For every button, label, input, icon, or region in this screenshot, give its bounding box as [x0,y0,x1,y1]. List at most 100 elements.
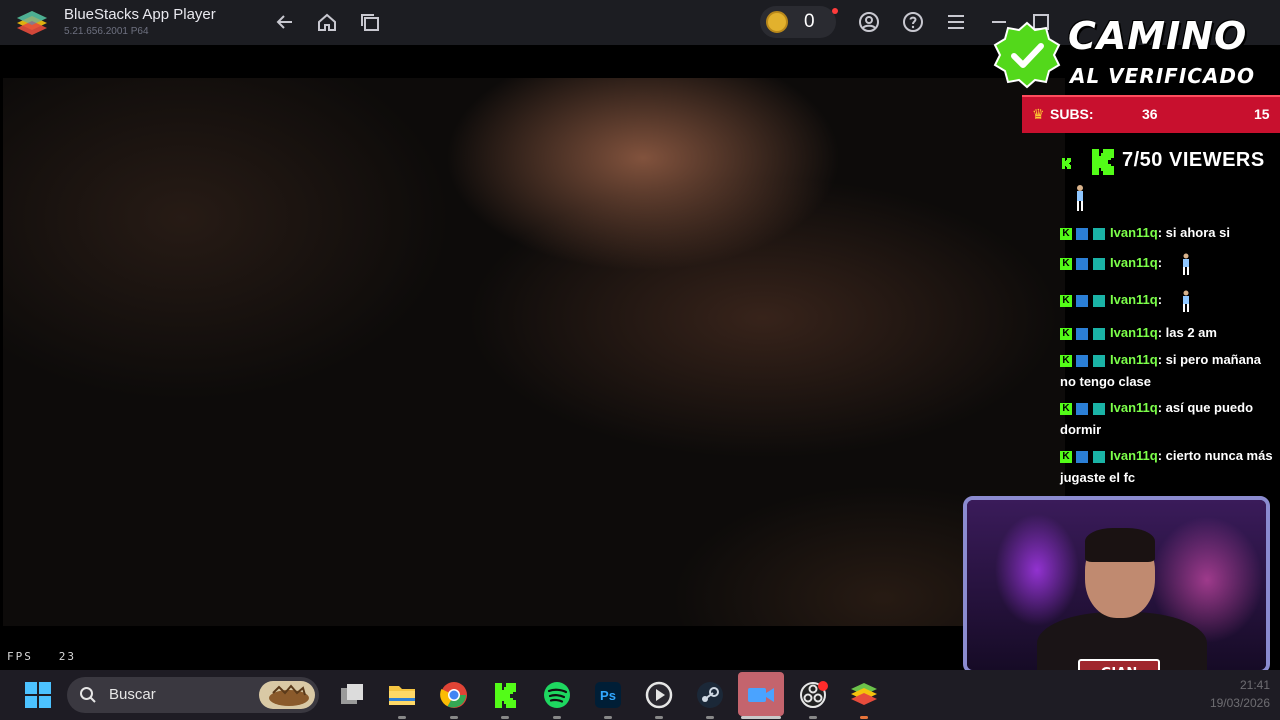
gift-badge-icon [1093,402,1105,415]
chat-badges: K [1060,227,1110,240]
recent-apps-icon[interactable] [359,11,381,33]
subscriber-badge-icon [1076,227,1088,240]
kick-badge-icon: K [1060,450,1072,463]
chat-username[interactable]: Ivan11q [1110,448,1158,463]
subs-goal: 15 [1254,106,1270,122]
chat-message: K Ivan11q: [1060,289,1280,312]
active-indicator [741,716,781,719]
chat-badges: K [1060,402,1110,415]
chat-badges: K [1060,327,1110,340]
chat-message: K Ivan11q: las 2 am [1060,322,1280,344]
search-highlight-image [259,681,315,709]
photoshop-icon[interactable]: Ps [591,678,625,712]
game-viewport[interactable] [3,78,1065,626]
coins-button[interactable]: 0 [760,6,838,38]
clock[interactable]: 21:41 19/03/2026 [1180,678,1270,710]
viewers-count: 7/50 VIEWERS [1122,149,1265,171]
webcam-person-hair [1085,528,1155,562]
taskbar: Buscar Ps [0,670,1280,720]
chat-message: K Ivan11q: cierto nunca más jugaste el fc [1060,445,1280,489]
gift-badge-icon [1093,354,1105,367]
clock-date: 19/03/2026 [1209,696,1270,710]
home-icon[interactable] [316,11,338,33]
subs-label: SUBS: [1050,106,1094,122]
chat-username[interactable]: Ivan11q [1110,400,1158,415]
emote-icon [1077,185,1083,211]
running-indicator [655,716,663,719]
running-indicator [604,716,612,719]
subscriber-badge-icon [1076,354,1088,367]
chat-badges: K [1060,354,1110,367]
subscriber-badge-icon [1076,294,1088,307]
media-player-icon[interactable] [642,678,676,712]
task-view-icon[interactable] [335,678,369,712]
running-indicator [501,716,509,719]
overlay-title-line2: AL VERIFICADO [1070,64,1256,88]
chat-message: K Ivan11q: así que puedo dormir [1060,397,1280,441]
overlay-title-line1: CAMINO [1068,14,1248,58]
subs-count: 36 [1142,106,1158,122]
fps-value: 23 [58,650,76,663]
kick-badge-icon [1062,158,1071,169]
svg-text:Ps: Ps [600,688,616,703]
steam-icon[interactable] [693,678,727,712]
subs-goal-bar: ♛ SUBS: 36 15 [1022,95,1280,133]
bluestacks-taskbar-icon[interactable] [847,678,881,712]
menu-icon[interactable] [945,11,967,33]
chat-username[interactable]: Ivan11q [1110,325,1158,340]
app-title: BlueStacks App Player [64,6,216,23]
spotify-icon[interactable] [540,678,574,712]
running-indicator [809,716,817,719]
search-placeholder: Buscar [109,686,156,703]
chat-text: : [1157,255,1163,270]
gift-badge-icon [1093,257,1105,270]
kick-badge-icon: K [1060,402,1072,415]
subscriber-badge-icon [1076,402,1088,415]
obs-icon[interactable] [796,678,830,712]
running-indicator [860,716,868,719]
chrome-icon[interactable] [437,678,471,712]
chat-username[interactable]: Ivan11q [1110,225,1158,240]
gift-badge-icon [1093,294,1105,307]
account-icon[interactable] [858,11,880,33]
coin-count: 0 [804,11,815,32]
notification-dot [832,8,838,14]
chat-username[interactable]: Ivan11q [1110,292,1158,307]
search-input[interactable]: Buscar [67,677,319,713]
video-call-icon[interactable] [744,678,778,712]
file-explorer-icon[interactable] [385,678,419,712]
clock-time: 21:41 [1239,678,1270,692]
gift-badge-icon [1093,227,1105,240]
subscriber-badge-icon [1076,450,1088,463]
kick-badge-icon: K [1060,327,1072,340]
emote-icon [1182,290,1189,312]
app-version: 5.21.656.2001 P64 [64,26,149,37]
windows-start-icon[interactable] [21,678,55,712]
kick-app-icon[interactable] [488,678,522,712]
bluestacks-logo-icon [17,11,47,35]
subscriber-badge-icon [1076,257,1088,270]
fps-label: FPS [7,650,33,663]
chat-badges: K [1060,257,1110,270]
kick-badge-icon: K [1060,257,1072,270]
chat-text: : [1157,292,1163,307]
chat-badges: K [1060,294,1110,307]
chat-text: : las 2 am [1157,325,1217,340]
chat-badges: K [1060,450,1110,463]
chat-message: K Ivan11q: [1060,252,1280,275]
running-indicator [450,716,458,719]
back-icon[interactable] [274,11,296,33]
verified-check-icon [993,21,1061,89]
emote-icon [1182,253,1189,275]
chat-message: K Ivan11q: si ahora si [1060,222,1280,244]
chat-username[interactable]: Ivan11q [1110,255,1158,270]
running-indicator [553,716,561,719]
subscriber-badge-icon [1076,327,1088,340]
help-icon[interactable] [902,11,924,33]
coin-icon [766,11,788,33]
chat-username[interactable]: Ivan11q [1110,352,1158,367]
fps-counter: FPS 23 [7,650,76,663]
chat-message: K Ivan11q: si pero mañana no tengo clase [1060,349,1280,393]
search-icon [80,687,96,703]
crown-icon: ♛ [1032,106,1045,122]
